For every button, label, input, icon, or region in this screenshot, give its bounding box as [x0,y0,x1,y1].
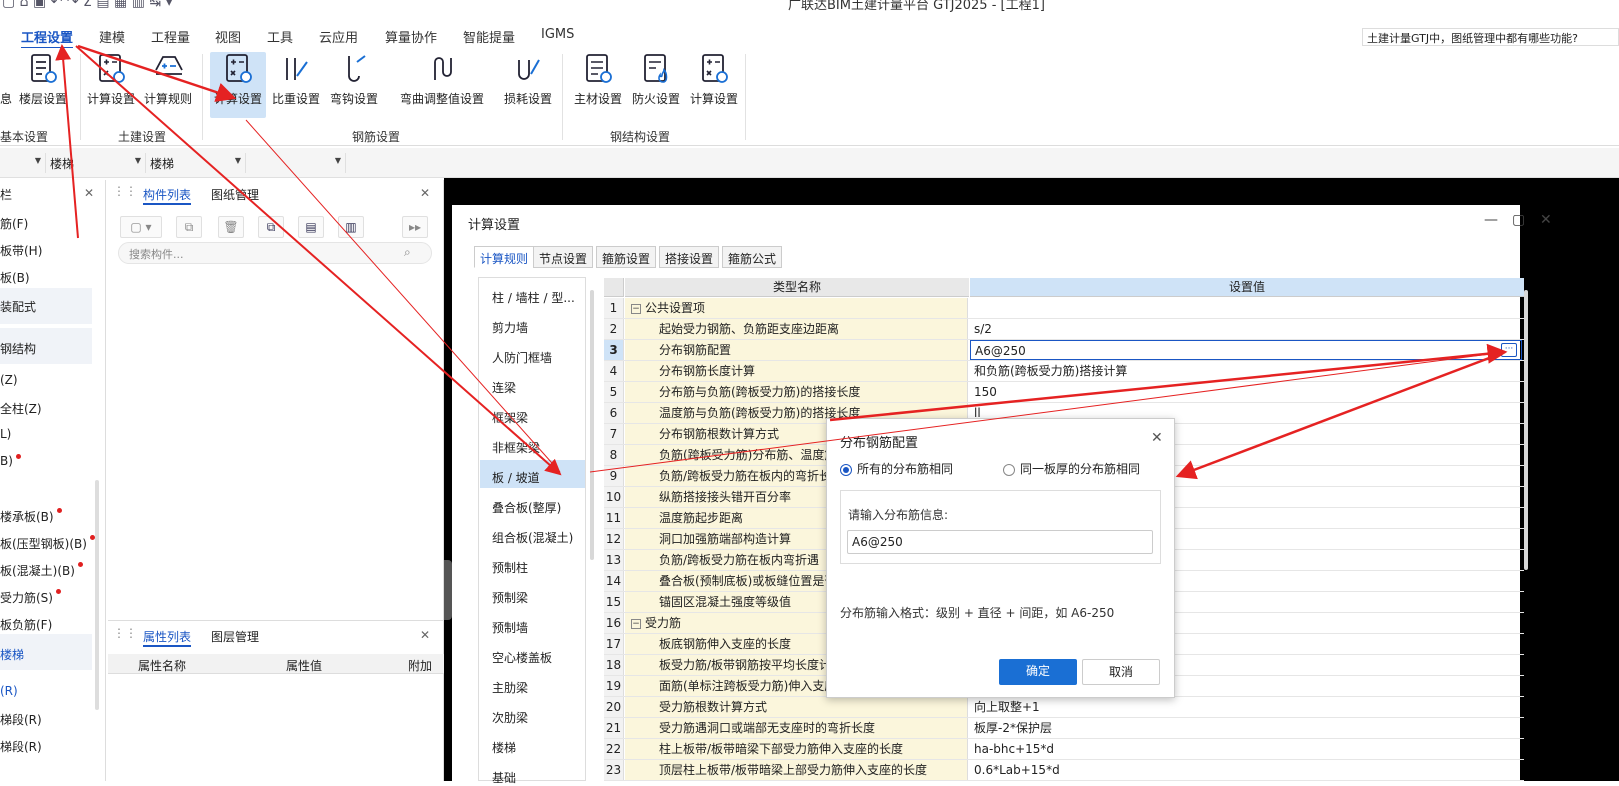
arrow-line [589,351,1506,473]
arrow-line [829,343,1508,422]
arrow-line [75,45,562,476]
annotation-arrows [55,44,1508,480]
arrow-line [77,44,237,102]
arrow-line [55,44,79,239]
arrow-line [1175,350,1506,480]
arrow-line [245,119,561,473]
